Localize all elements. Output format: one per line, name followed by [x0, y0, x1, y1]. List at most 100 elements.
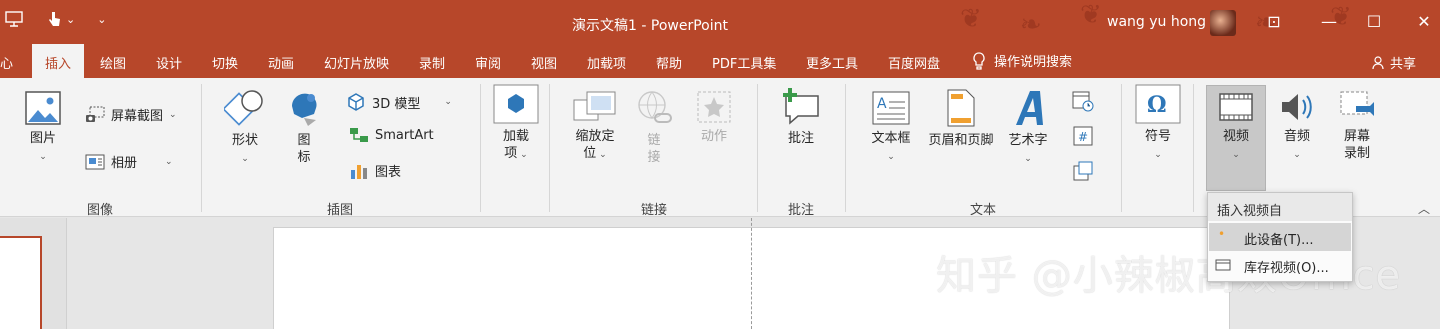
action-label: 动作: [700, 129, 727, 144]
tab-draw[interactable]: 绘图: [100, 53, 126, 72]
minimize-button[interactable]: —: [1317, 12, 1341, 31]
share-button[interactable]: 共享: [1372, 53, 1416, 72]
group-divider: [480, 84, 481, 212]
textbox-label: 文本框: [871, 131, 911, 146]
shapes-icon: [224, 90, 263, 126]
avatar[interactable]: [1210, 10, 1236, 36]
bar-chart-icon: [351, 164, 367, 179]
screenshot-label: 屏幕截图: [111, 109, 164, 124]
wordart-label: 艺术字: [1008, 133, 1048, 148]
smartart-button[interactable]: SmartArt: [349, 126, 434, 144]
share-label: 共享: [1390, 57, 1417, 72]
shapes-button[interactable]: 形状 ⌄: [222, 88, 268, 168]
video-button[interactable]: 视频 ⌄: [1211, 90, 1261, 164]
speaker-icon: [1282, 94, 1312, 120]
textbox-button[interactable]: A 文本框 ⌄: [866, 90, 916, 166]
comment-button[interactable]: 批注: [778, 88, 824, 147]
comment-label: 批注: [787, 131, 814, 146]
audio-label: 音频: [1283, 129, 1310, 144]
person-icon: [1372, 55, 1384, 69]
group-label-text: 文本: [969, 203, 997, 218]
chevron-down-icon: ⌄: [1293, 150, 1301, 160]
chevron-down-icon: ⌄: [169, 109, 177, 120]
link-button[interactable]: 链 接: [634, 90, 674, 166]
window-title: 演示文稿1 - PowerPoint: [572, 18, 728, 34]
tab-insert[interactable]: 插入: [32, 44, 85, 78]
tab-record[interactable]: 录制: [419, 53, 445, 72]
svg-text:Ω: Ω: [1147, 92, 1167, 118]
icons-label-line1: 图: [297, 133, 311, 148]
tab-review[interactable]: 审阅: [475, 53, 501, 72]
tab-addins[interactable]: 加载项: [587, 53, 626, 72]
tab-partial[interactable]: 心: [0, 53, 13, 72]
ribbon-display-options-button[interactable]: ⊡: [1262, 12, 1286, 31]
device-icon: •: [1218, 227, 1226, 241]
date-time-icon[interactable]: [1072, 90, 1094, 112]
wordart-button[interactable]: 艺术字 ⌄: [1006, 88, 1050, 168]
collapse-ribbon-icon[interactable]: ︿: [1418, 200, 1430, 217]
link-label-line2: 接: [647, 150, 661, 165]
maximize-button[interactable]: ☐: [1362, 12, 1386, 31]
chart-button[interactable]: 图表: [349, 161, 401, 180]
tab-more-tools[interactable]: 更多工具: [806, 53, 858, 72]
close-button[interactable]: ✕: [1412, 12, 1436, 31]
object-icon[interactable]: [1072, 160, 1094, 182]
audio-button[interactable]: 音频 ⌄: [1274, 90, 1320, 164]
screen-recording-label-line1: 屏幕: [1343, 129, 1370, 144]
group-label-comments: 批注: [787, 203, 815, 218]
chevron-down-icon: ⌄: [1024, 154, 1032, 164]
addins-button[interactable]: 加载 项 ⌄: [492, 84, 540, 164]
film-strip-icon: [1219, 93, 1253, 121]
picture-icon: [25, 91, 61, 125]
tab-view[interactable]: 视图: [531, 53, 557, 72]
chevron-down-icon: ⌄: [1232, 150, 1240, 160]
group-divider: [1121, 84, 1122, 212]
symbol-button[interactable]: Ω 符号 ⌄: [1134, 84, 1182, 164]
group-label-illustrations: 插图: [326, 203, 354, 218]
menu-header: 插入视频自: [1208, 193, 1352, 221]
link-label-line1: 链: [647, 133, 661, 148]
addins-label-line1: 加载: [502, 129, 529, 144]
action-button[interactable]: 动作: [692, 90, 736, 145]
symbol-label: 符号: [1144, 129, 1171, 144]
icons-icon: [292, 93, 317, 126]
tab-help[interactable]: 帮助: [656, 53, 682, 72]
tab-baidu-netdisk[interactable]: 百度网盘: [888, 53, 940, 72]
title-bar: ❦ ❧ ❦ ❧ ❦ ⌄ ⌄ 演示文稿1 - PowerPoint wang yu…: [0, 0, 1440, 44]
tab-transitions[interactable]: 切换: [212, 53, 238, 72]
user-name[interactable]: wang yu hong: [1107, 14, 1206, 30]
tab-animations[interactable]: 动画: [268, 53, 294, 72]
tab-design[interactable]: 设计: [156, 53, 182, 72]
video-label: 视频: [1222, 129, 1249, 144]
slide-number-icon[interactable]: #: [1072, 125, 1094, 147]
tab-slideshow[interactable]: 幻灯片放映: [324, 53, 389, 72]
group-label-links: 链接: [640, 203, 668, 218]
smart-guide-line: [751, 218, 752, 329]
screenshot-button[interactable]: 屏幕截图 ⌄: [85, 105, 177, 124]
textbox-icon: A: [872, 91, 910, 125]
picture-button[interactable]: 图片 ⌄: [20, 90, 66, 166]
icons-label-line2: 标: [297, 150, 311, 165]
icons-button[interactable]: 图 标: [284, 86, 324, 166]
photo-album-label: 相册: [111, 156, 138, 171]
screen-recording-button[interactable]: 屏幕 录制: [1334, 90, 1380, 162]
svg-text:#: #: [1078, 130, 1088, 144]
header-footer-button[interactable]: 页眉和页脚: [925, 88, 997, 149]
omega-icon: Ω: [1135, 84, 1181, 124]
tab-pdf-tools[interactable]: PDF工具集: [712, 53, 776, 72]
menu-item-this-device[interactable]: • 此设备(T)...: [1209, 223, 1351, 251]
screen-recording-label-line2: 录制: [1343, 146, 1370, 161]
photo-album-icon: [85, 154, 105, 169]
tell-me-label: 操作说明搜索: [994, 55, 1073, 70]
group-divider: [201, 84, 202, 212]
photo-album-button[interactable]: 相册 ⌄: [85, 152, 173, 171]
tell-me-search[interactable]: 操作说明搜索: [972, 51, 1072, 70]
zoom-button[interactable]: 缩放定 位 ⌄: [570, 90, 620, 164]
3d-models-button[interactable]: 3D 模型 ⌄: [346, 92, 452, 112]
add-comment-icon: [783, 88, 819, 125]
addins-label-line2: 项: [504, 146, 518, 161]
zoom-label-line1: 缩放定: [575, 129, 615, 144]
menu-item-stock-videos[interactable]: 库存视频(O)...: [1209, 251, 1351, 279]
chevron-down-icon: ⌄: [1154, 150, 1162, 160]
slide-thumbnail[interactable]: [0, 236, 42, 329]
